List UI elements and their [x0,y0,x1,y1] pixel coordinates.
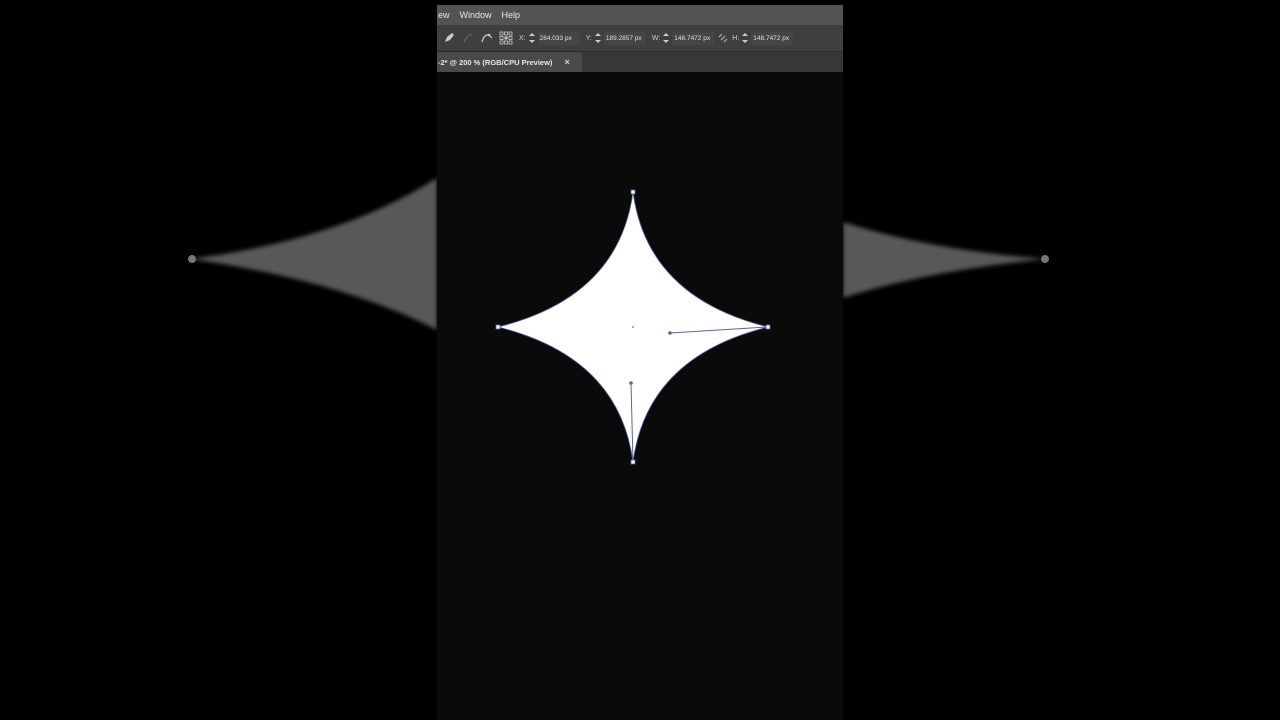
link-icon[interactable] [718,31,728,45]
menu-bar: ew Window Help [437,5,843,25]
x-stepper[interactable] [528,32,535,44]
x-label: X: [519,34,526,42]
menu-help[interactable]: Help [497,10,526,20]
w-label: W: [651,34,661,42]
star-artwork[interactable] [437,72,843,720]
anchor-point-top [630,189,636,195]
h-stepper[interactable] [742,32,749,44]
center-point [632,326,634,328]
anchor-point-right [765,324,771,330]
y-field[interactable]: 189.2857 px [603,31,646,45]
document-tab[interactable]: -2* @ 200 % (RGB/CPU Preview) × [437,52,582,72]
control-bar: X: 284.033 px Y: 189.2857 px W: 148.7472… [437,25,843,52]
pen-icon[interactable] [442,31,456,45]
close-icon[interactable]: × [564,57,569,67]
document-tab-title: -2* @ 200 % (RGB/CPU Preview) [438,57,553,67]
handle-point [629,381,633,385]
y-stepper[interactable] [594,32,601,44]
illustrator-window: ew Window Help X: 284.033 px Y: 189.2857… [437,5,843,720]
h-field[interactable]: 148.7472 px [751,31,794,45]
menu-window[interactable]: Window [455,10,497,20]
y-label: Y: [585,34,592,42]
w-field[interactable]: 148.7472 px [672,31,715,45]
handle-point [668,331,672,335]
x-field[interactable]: 284.033 px [537,31,580,45]
artboard-canvas[interactable] [437,72,843,720]
anchor-point-bottom [630,459,636,465]
smooth-icon[interactable] [480,31,494,45]
w-stepper[interactable] [663,32,670,44]
menu-view[interactable]: ew [437,10,455,20]
h-label: H: [732,34,740,42]
anchor-icon[interactable] [461,31,475,45]
reference-point-icon[interactable] [499,31,513,45]
document-tab-bar: -2* @ 200 % (RGB/CPU Preview) × [437,52,843,72]
anchor-point-left [495,324,501,330]
